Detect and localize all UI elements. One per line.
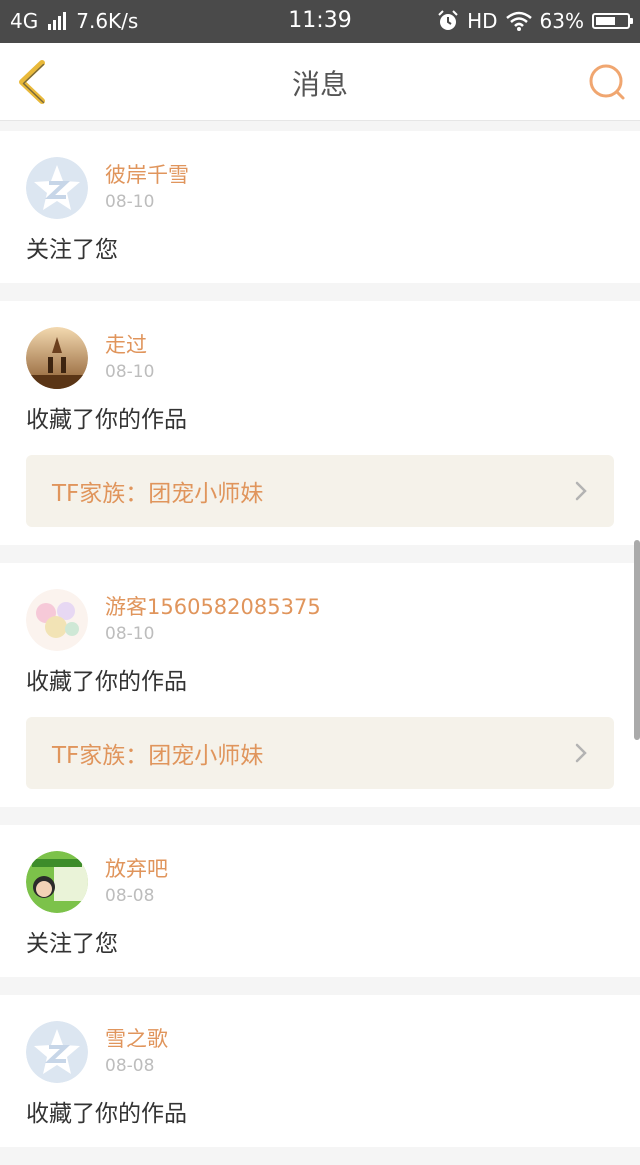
avatar[interactable] xyxy=(26,851,88,913)
photo-avatar-icon xyxy=(26,327,88,389)
username[interactable]: 雪之歌 xyxy=(105,1025,168,1053)
hd-indicator: HD xyxy=(467,9,498,33)
message-text: 收藏了你的作品 xyxy=(26,669,187,695)
chevron-right-icon xyxy=(575,481,587,501)
qzone-default-avatar-icon xyxy=(26,1021,88,1083)
battery-fill xyxy=(596,17,615,25)
username[interactable]: 放弃吧 xyxy=(105,855,168,883)
search-button[interactable] xyxy=(586,61,628,103)
wifi-icon xyxy=(505,11,532,31)
avatar[interactable] xyxy=(26,1021,88,1083)
message-text: 收藏了你的作品 xyxy=(26,1101,187,1127)
page-title: 消息 xyxy=(291,68,348,101)
message-date: 08-10 xyxy=(105,192,155,212)
message-item[interactable]: 雪之歌 08-08 收藏了你的作品 xyxy=(0,995,640,1147)
alarm-icon xyxy=(438,10,458,30)
status-bar: 4G 7.6K/s 11:39 HD 63% xyxy=(0,0,640,43)
message-item[interactable]: 放弃吧 08-08 关注了您 xyxy=(0,825,640,977)
work-title: TF家族：团宠小师妹 xyxy=(52,481,264,507)
message-date: 08-10 xyxy=(105,624,155,644)
avatar[interactable] xyxy=(26,157,88,219)
message-date: 08-08 xyxy=(105,1056,155,1076)
message-text: 收藏了你的作品 xyxy=(26,407,187,433)
work-link[interactable]: TF家族：团宠小师妹 xyxy=(26,717,614,789)
message-item[interactable]: 走过 08-10 收藏了你的作品 TF家族：团宠小师妹 xyxy=(0,301,640,545)
message-text: 关注了您 xyxy=(26,931,118,957)
message-text: 关注了您 xyxy=(26,237,118,263)
username[interactable]: 彼岸千雪 xyxy=(105,161,189,189)
battery-percent: 63% xyxy=(539,9,584,33)
scrollbar[interactable] xyxy=(634,540,640,740)
nav-bar: 消息 xyxy=(0,43,640,121)
avatar[interactable] xyxy=(26,589,88,651)
message-date: 08-08 xyxy=(105,886,155,906)
work-link[interactable]: TF家族：团宠小师妹 xyxy=(26,455,614,527)
username[interactable]: 游客1560582085375 xyxy=(105,593,321,621)
anime-avatar-icon xyxy=(26,589,88,651)
message-date: 08-10 xyxy=(105,362,155,382)
search-icon xyxy=(589,64,625,100)
photo-avatar-icon xyxy=(26,851,88,913)
message-item[interactable]: 彼岸千雪 08-10 关注了您 xyxy=(0,131,640,283)
work-title: TF家族：团宠小师妹 xyxy=(52,743,264,769)
chevron-right-icon xyxy=(575,743,587,763)
status-right: HD 63% xyxy=(437,9,633,33)
battery-icon xyxy=(592,13,633,29)
message-list: 彼岸千雪 08-10 关注了您 走过 08-10 收藏了你的作品 TF家族：团宠… xyxy=(0,131,640,1165)
message-item[interactable]: 游客1560582085375 08-10 收藏了你的作品 TF家族：团宠小师妹 xyxy=(0,563,640,807)
avatar[interactable] xyxy=(26,327,88,389)
username[interactable]: 走过 xyxy=(105,331,154,359)
qzone-default-avatar-icon xyxy=(26,157,88,219)
